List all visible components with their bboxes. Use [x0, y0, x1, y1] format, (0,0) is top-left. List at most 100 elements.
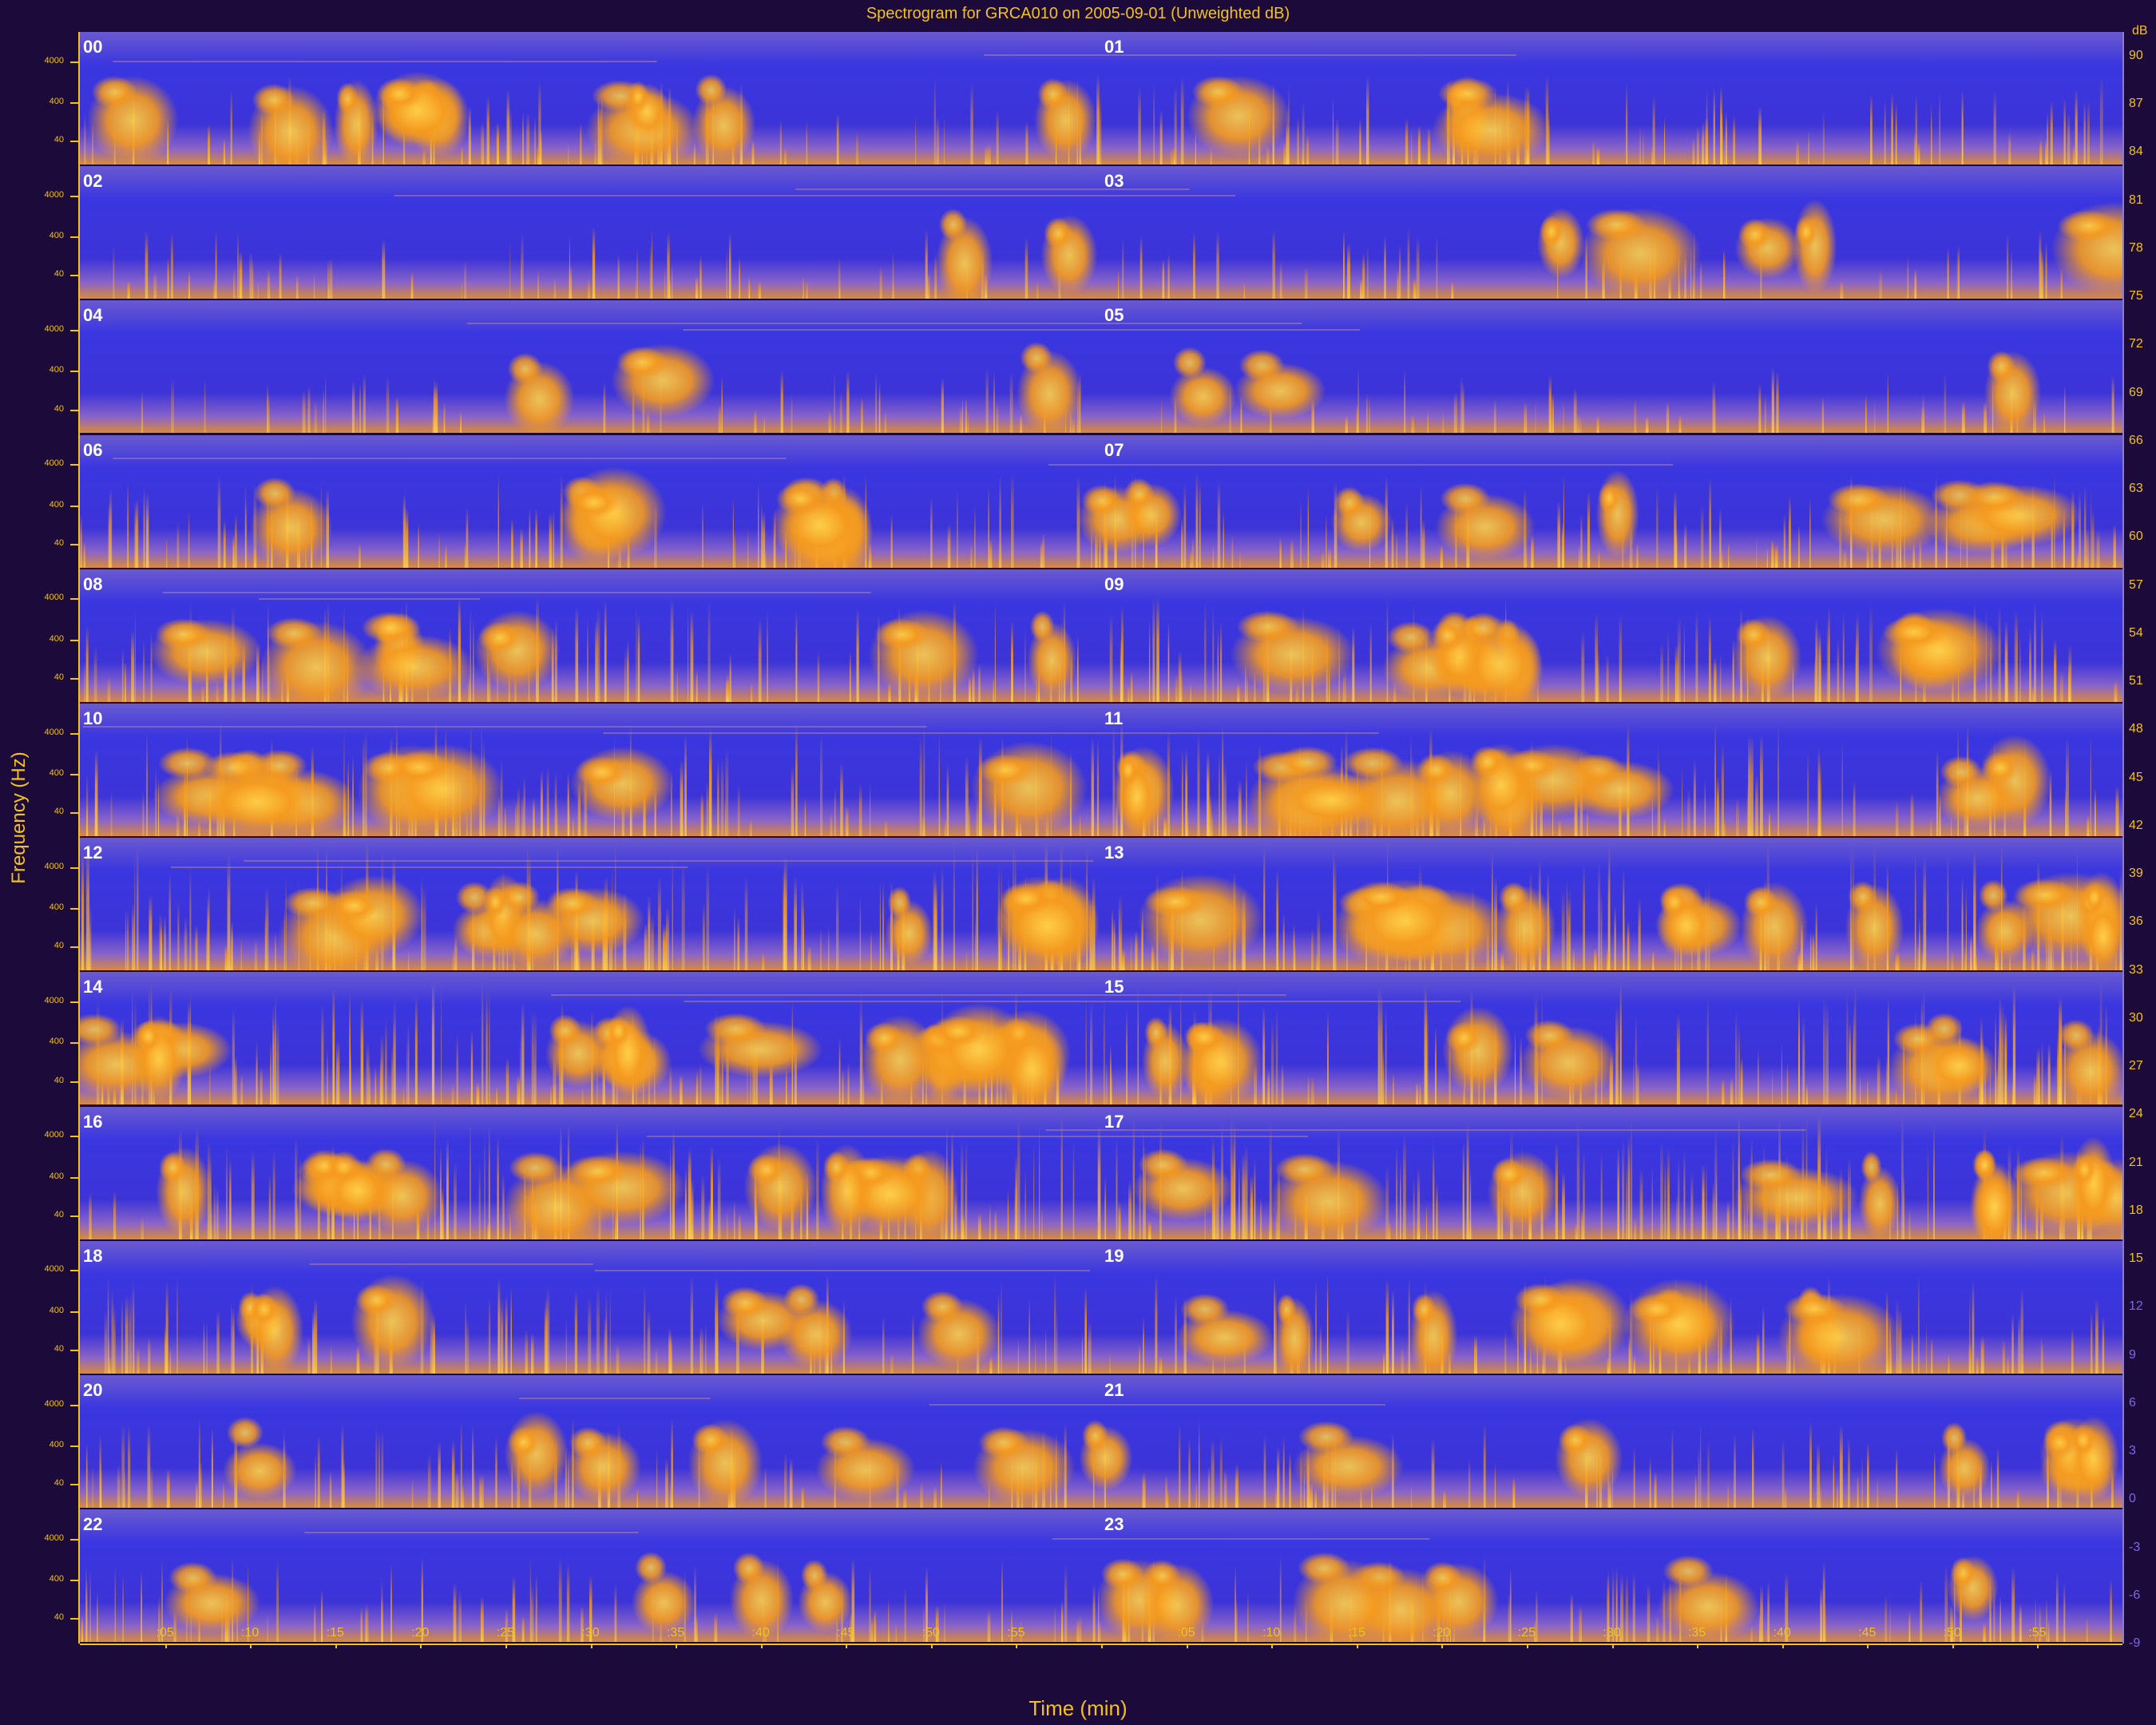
sound-event-peak — [1738, 218, 1772, 251]
sound-event-peak — [507, 353, 543, 386]
transient-spike — [211, 1427, 213, 1508]
transient-spike — [706, 781, 709, 836]
transient-spike — [1436, 1182, 1438, 1239]
transient-spike — [1768, 811, 1770, 836]
sound-event-peak — [1081, 1419, 1109, 1452]
transient-spike — [368, 1066, 371, 1105]
transient-spike — [1392, 1288, 1394, 1374]
transient-spike — [1908, 1611, 1911, 1643]
transient-spike — [1796, 140, 1799, 165]
transient-spike — [240, 937, 242, 971]
transient-spike — [1335, 118, 1339, 165]
transient-spike — [704, 1323, 707, 1374]
hour-label: 06 — [83, 439, 103, 460]
transient-spike — [1410, 129, 1413, 165]
transient-spike — [1407, 228, 1410, 299]
transient-spike — [1347, 243, 1350, 299]
transient-spike — [1626, 83, 1628, 165]
transient-spike — [919, 735, 922, 836]
transient-spike — [666, 907, 669, 971]
transient-spike — [203, 1320, 205, 1374]
transient-spike — [1895, 801, 1899, 836]
tonal-line — [171, 866, 688, 869]
transient-spike — [1254, 1158, 1256, 1239]
transient-spike — [665, 1458, 668, 1508]
colorbar-tick-label: 39 — [2129, 866, 2143, 881]
sound-event-peak — [546, 887, 598, 920]
transient-spike — [1243, 282, 1245, 299]
transient-spike — [1714, 722, 1716, 836]
transient-spike — [142, 791, 145, 836]
spectrogram-row-04-05: 04 05 — [80, 300, 2122, 434]
time-tick-label: :35 — [1687, 1626, 1706, 1640]
transient-spike — [676, 667, 679, 702]
transient-spike — [83, 541, 85, 568]
transient-spike — [1965, 885, 1967, 971]
transient-spike — [113, 1303, 115, 1374]
transient-spike — [1728, 541, 1730, 568]
transient-spike — [482, 1473, 484, 1508]
tonal-line — [466, 323, 1302, 325]
transient-spike — [1910, 792, 1914, 836]
transient-spike — [748, 277, 751, 299]
transient-spike — [234, 1056, 237, 1105]
transient-spike — [1159, 110, 1163, 165]
transient-spike — [1064, 1564, 1068, 1643]
frequency-tick-mark — [70, 1042, 78, 1045]
y-axis-label: Frequency (Hz) — [8, 751, 30, 884]
transient-spike — [378, 1431, 380, 1508]
transient-spike — [1281, 1063, 1284, 1105]
transient-spike — [1719, 652, 1722, 702]
transient-spike — [1362, 253, 1365, 299]
transient-spike — [249, 252, 252, 299]
transient-spike — [1667, 631, 1670, 702]
transient-spike — [717, 1156, 721, 1239]
transient-spike — [1033, 1142, 1035, 1239]
transient-spike — [1388, 1221, 1391, 1239]
transient-spike — [107, 676, 111, 702]
transient-spike — [359, 383, 361, 434]
transient-spike — [708, 1199, 711, 1239]
transient-spike — [113, 246, 115, 299]
frequency-tick-label: 4000 — [44, 1398, 64, 1409]
transient-spike — [1776, 371, 1779, 434]
transient-spike — [85, 625, 89, 702]
transient-spike — [651, 914, 654, 971]
time-tick-label: :50 — [1943, 1626, 1961, 1640]
transient-spike — [739, 256, 741, 299]
transient-spike — [1704, 779, 1706, 836]
transient-spike — [143, 639, 145, 702]
transient-spike — [1417, 125, 1421, 165]
sound-event-peak — [1236, 610, 1300, 643]
hour-label: 18 — [83, 1245, 103, 1266]
frequency-tick-label: 4000 — [44, 189, 64, 200]
transient-spike — [549, 513, 553, 568]
transient-spike — [2038, 1046, 2040, 1105]
transient-spike — [1223, 1469, 1227, 1508]
transient-spike — [714, 1613, 718, 1643]
transient-spike — [875, 372, 877, 434]
sound-event-peak — [1491, 1157, 1527, 1190]
transient-spike — [1764, 395, 1766, 434]
transient-spike — [1649, 1457, 1651, 1508]
transient-spike — [807, 946, 811, 971]
transient-spike — [496, 1085, 498, 1105]
transient-spike — [680, 759, 684, 836]
time-tick-label: :40 — [1773, 1626, 1791, 1640]
colorbar-tick-label: 84 — [2129, 145, 2143, 159]
transient-spike — [1085, 997, 1087, 1105]
transient-spike — [540, 770, 543, 836]
transient-spike — [1382, 1047, 1385, 1105]
frequency-tick-label: 400 — [49, 633, 64, 644]
transient-spike — [486, 96, 489, 165]
colorbar-tick-label: 30 — [2129, 1010, 2143, 1025]
transient-spike — [1877, 1477, 1879, 1508]
transient-spike — [1664, 1160, 1667, 1239]
transient-spike — [1961, 89, 1964, 165]
sound-event-peak — [1387, 621, 1435, 653]
frequency-tick-mark — [70, 773, 78, 775]
transient-spike — [1493, 400, 1496, 434]
transient-spike — [861, 398, 863, 434]
transient-spike — [1385, 1279, 1389, 1374]
transient-spike — [580, 122, 582, 165]
